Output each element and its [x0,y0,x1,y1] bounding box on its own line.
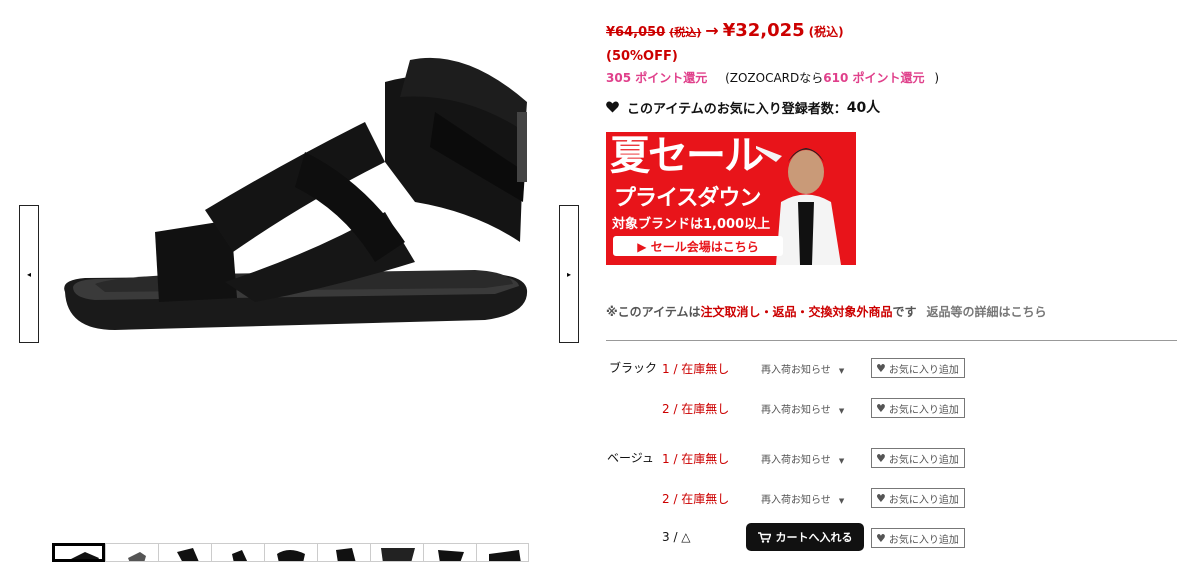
add-favorite-button[interactable]: ♥ お気に入り追加 [871,398,965,418]
size-status: 2 / 在庫無し [662,402,730,416]
notice-emphasis: 注文取消し・返品・交換対象外商品 [700,305,893,319]
color-name-black: ブラック [609,361,658,375]
heart-icon: ♥ [876,491,886,505]
return-notice: ※このアイテムは注文取消し・返品・交換対象外商品です 返品等の詳細はこちら [606,303,1047,320]
price-row: ¥64,050 (税込) → ¥32,025 (税込) [606,20,844,41]
chevron-down-icon: ▼ [838,497,845,505]
return-policy-link[interactable]: 返品等の詳細はこちら [927,305,1047,319]
thumbnail-7[interactable] [370,543,423,562]
sale-price-tax: (税込) [808,25,844,39]
thumbnail-9[interactable] [476,543,529,562]
size-status: 1 / 在庫無し [662,362,730,376]
favorites-row: このアイテムのお気に入り登録者数： 40人 [606,97,880,117]
restock-label: 再入荷お知らせ [761,405,831,416]
restock-notify-button[interactable]: 再入荷お知らせ ▼ [761,401,844,416]
heart-icon: ♥ [876,401,886,415]
discount-rate: (50%OFF) [606,49,678,64]
add-favorite-label: お気に入り追加 [888,404,959,416]
notice-suffix: です [892,305,917,319]
favorites-count: 40人 [846,100,881,116]
add-favorite-label: お気に入り追加 [888,454,959,466]
add-favorite-label: お気に入り追加 [888,534,959,546]
summer-sale-banner[interactable]: 夏セール プライスダウン 対象ブランドは1,000以上 ▶ セール会場はこちら [606,132,856,265]
sale-price: ¥32,025 [722,20,805,41]
price-arrow: → [705,21,719,40]
thumbnail-2[interactable] [105,543,158,562]
add-favorite-button[interactable]: ♥ お気に入り追加 [871,488,965,508]
add-to-cart-button[interactable]: カートへ入れる [746,523,864,551]
add-favorite-button[interactable]: ♥ お気に入り追加 [871,448,965,468]
heart-icon: ♥ [876,451,886,465]
points-value: 305 ポイント還元 [606,71,708,85]
favorites-label: このアイテムのお気に入り登録者数： [627,101,847,117]
cart-icon [757,531,771,543]
add-favorite-label: お気に入り追加 [888,494,959,506]
add-favorite-button[interactable]: ♥ お気に入り追加 [871,528,965,548]
notice-prefix: ※このアイテムは [606,305,701,319]
restock-notify-button[interactable]: 再入荷お知らせ ▼ [761,361,844,376]
original-price-tax: (税込) [669,26,702,39]
heart-icon: ♥ [876,361,886,375]
divider [606,340,1177,341]
thumbnail-5[interactable] [264,543,317,562]
points-row: 305 ポイント還元 (ZOZOCARDなら610 ポイント還元 ) [606,69,939,86]
restock-label: 再入荷お知らせ [761,495,831,506]
restock-label: 再入荷お知らせ [761,455,831,466]
product-image [64,57,528,330]
thumbnail-1[interactable] [52,543,105,562]
thumbnail-6[interactable] [317,543,370,562]
banner-brands: 対象ブランドは1,000以上 [612,217,771,232]
restock-notify-button[interactable]: 再入荷お知らせ ▼ [761,451,844,466]
cart-label: カートへ入れる [775,531,853,544]
banner-cta-button[interactable]: ▶ セール会場はこちら [613,236,783,256]
size-status: 1 / 在庫無し [662,452,730,466]
thumbnail-3[interactable] [158,543,211,562]
zozocard-prefix: (ZOZOCARDなら [725,71,824,85]
color-name-beige: ベージュ [607,451,654,465]
original-price: ¥64,050 [606,25,666,40]
prev-image-button[interactable]: ◂ [19,205,39,343]
thumbnail-8[interactable] [423,543,476,562]
chevron-down-icon: ▼ [838,457,845,465]
zozocard-suffix: ) [934,71,939,85]
next-image-button[interactable]: ▸ [559,205,579,343]
banner-subtitle: プライスダウン [614,186,761,211]
caret-left-icon: ◂ [26,269,31,279]
heart-icon: ♥ [876,531,886,545]
caret-right-icon: ▸ [566,269,571,279]
restock-notify-button[interactable]: 再入荷お知らせ ▼ [761,491,844,506]
size-status: 3 / △ [662,530,691,544]
thumbnail-strip [52,543,529,562]
zozocard-points: 610 ポイント還元 [823,71,925,85]
thumbnail-4[interactable] [211,543,264,562]
add-favorite-button[interactable]: ♥ お気に入り追加 [871,358,965,378]
restock-label: 再入荷お知らせ [761,365,831,376]
chevron-down-icon: ▼ [838,407,845,415]
size-status: 2 / 在庫無し [662,492,730,506]
chevron-down-icon: ▼ [838,367,845,375]
add-favorite-label: お気に入り追加 [888,364,959,376]
heart-icon [606,101,619,113]
banner-title: 夏セール [610,133,764,179]
